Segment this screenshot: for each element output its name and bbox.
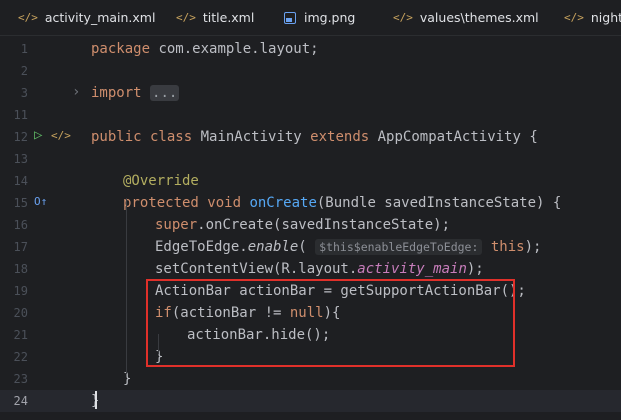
xml-icon: </> bbox=[393, 11, 413, 24]
editor-tab-bar: </> activity_main.xml </> title.xml img.… bbox=[0, 0, 621, 36]
code-text: ); bbox=[466, 261, 484, 277]
code-text: com.example.layout; bbox=[150, 41, 319, 57]
line-number: 13 bbox=[13, 152, 28, 166]
code-line[interactable]: 16 super.onCreate(savedInstanceState); bbox=[0, 214, 621, 236]
tab-title-xml[interactable]: </> title.xml bbox=[176, 0, 254, 35]
code-line[interactable]: 17 EdgeToEdge.enable( $this$enableEdgeTo… bbox=[0, 236, 621, 258]
code-text: ( bbox=[298, 239, 316, 255]
code-text: ); bbox=[524, 239, 542, 255]
keyword: package bbox=[91, 41, 151, 57]
code-line[interactable]: 11 bbox=[0, 104, 621, 126]
code-text: setContentView(R.layout. bbox=[155, 261, 358, 277]
line-number: 20 bbox=[13, 306, 28, 320]
line-number: 24 bbox=[13, 394, 28, 408]
line-number: 22 bbox=[13, 350, 28, 364]
override-icon[interactable]: O↑ bbox=[34, 195, 47, 208]
code-line[interactable]: 13 bbox=[0, 148, 621, 170]
line-number: 1 bbox=[20, 42, 28, 56]
code-line[interactable]: 23 } bbox=[0, 368, 621, 390]
text-caret bbox=[95, 391, 97, 409]
tab-label: activity_main.xml bbox=[44, 10, 156, 25]
parameter-hint: $this$enableEdgeToEdge: bbox=[315, 239, 483, 255]
code-text: EdgeToEdge. bbox=[155, 239, 248, 255]
xml-icon: </> bbox=[176, 11, 196, 24]
line-number: 3 bbox=[20, 86, 28, 100]
keyword: import bbox=[91, 85, 142, 101]
layout-xml-icon[interactable]: </> bbox=[51, 129, 71, 142]
line-number: 15 bbox=[13, 196, 28, 210]
code-line[interactable]: 18 setContentView(R.layout.activity_main… bbox=[0, 258, 621, 280]
fold-chevron-icon[interactable]: › bbox=[72, 84, 80, 100]
run-icon[interactable]: ▷ bbox=[34, 127, 42, 143]
code-text: .onCreate(savedInstanceState); bbox=[197, 217, 451, 233]
code-text: } bbox=[123, 371, 132, 387]
annotation: @Override bbox=[123, 173, 199, 189]
line-number: 14 bbox=[13, 174, 28, 188]
code-line[interactable]: 1 package com.example.layout; bbox=[0, 38, 621, 60]
line-number: 12 bbox=[13, 130, 28, 144]
code-line[interactable]: 15 O↑ protected void onCreate(Bundle sav… bbox=[0, 192, 621, 214]
xml-icon: </> bbox=[564, 11, 584, 24]
keyword: protected void bbox=[123, 195, 242, 211]
line-number: 21 bbox=[13, 328, 28, 342]
code-line[interactable]: 2 bbox=[0, 60, 621, 82]
folded-imports[interactable]: ... bbox=[150, 85, 180, 101]
code-text: AppCompatActivity { bbox=[369, 129, 538, 145]
keyword: super bbox=[155, 217, 198, 233]
resource-name: activity_main bbox=[357, 261, 467, 277]
line-number: 2 bbox=[20, 64, 28, 78]
method-name: onCreate bbox=[241, 195, 317, 211]
tab-label: img.png bbox=[304, 10, 356, 25]
tab-label: night\t bbox=[590, 10, 621, 25]
indent-guide bbox=[126, 198, 127, 374]
keyword: public class bbox=[91, 129, 193, 145]
line-number: 23 bbox=[13, 372, 28, 386]
code-text: (Bundle savedInstanceState) { bbox=[316, 195, 562, 211]
code-line[interactable]: 3 › import ... bbox=[0, 82, 621, 104]
line-number: 19 bbox=[13, 284, 28, 298]
tab-label: title.xml bbox=[202, 10, 255, 25]
tab-night-themes-xml[interactable]: </> night\t bbox=[564, 0, 621, 35]
line-number: 16 bbox=[13, 218, 28, 232]
class-name: MainActivity bbox=[192, 129, 311, 145]
line-number: 18 bbox=[13, 262, 28, 276]
tab-img-png[interactable]: img.png bbox=[284, 0, 355, 35]
code-line-current[interactable]: 24 } bbox=[0, 390, 621, 412]
keyword: this bbox=[482, 239, 525, 255]
line-number: 17 bbox=[13, 240, 28, 254]
code-line[interactable]: 14 @Override bbox=[0, 170, 621, 192]
code-line[interactable]: 12 ▷ </> public class MainActivity exten… bbox=[0, 126, 621, 148]
image-icon bbox=[284, 11, 296, 24]
xml-icon: </> bbox=[18, 11, 38, 24]
method-name: enable bbox=[247, 239, 299, 255]
keyword: extends bbox=[310, 129, 370, 145]
tab-activity-main-xml[interactable]: </> activity_main.xml bbox=[18, 0, 155, 35]
highlight-box bbox=[146, 279, 515, 367]
line-number: 11 bbox=[13, 108, 28, 122]
tab-label: values\themes.xml bbox=[419, 10, 539, 25]
tab-values-themes-xml[interactable]: </> values\themes.xml bbox=[393, 0, 539, 35]
